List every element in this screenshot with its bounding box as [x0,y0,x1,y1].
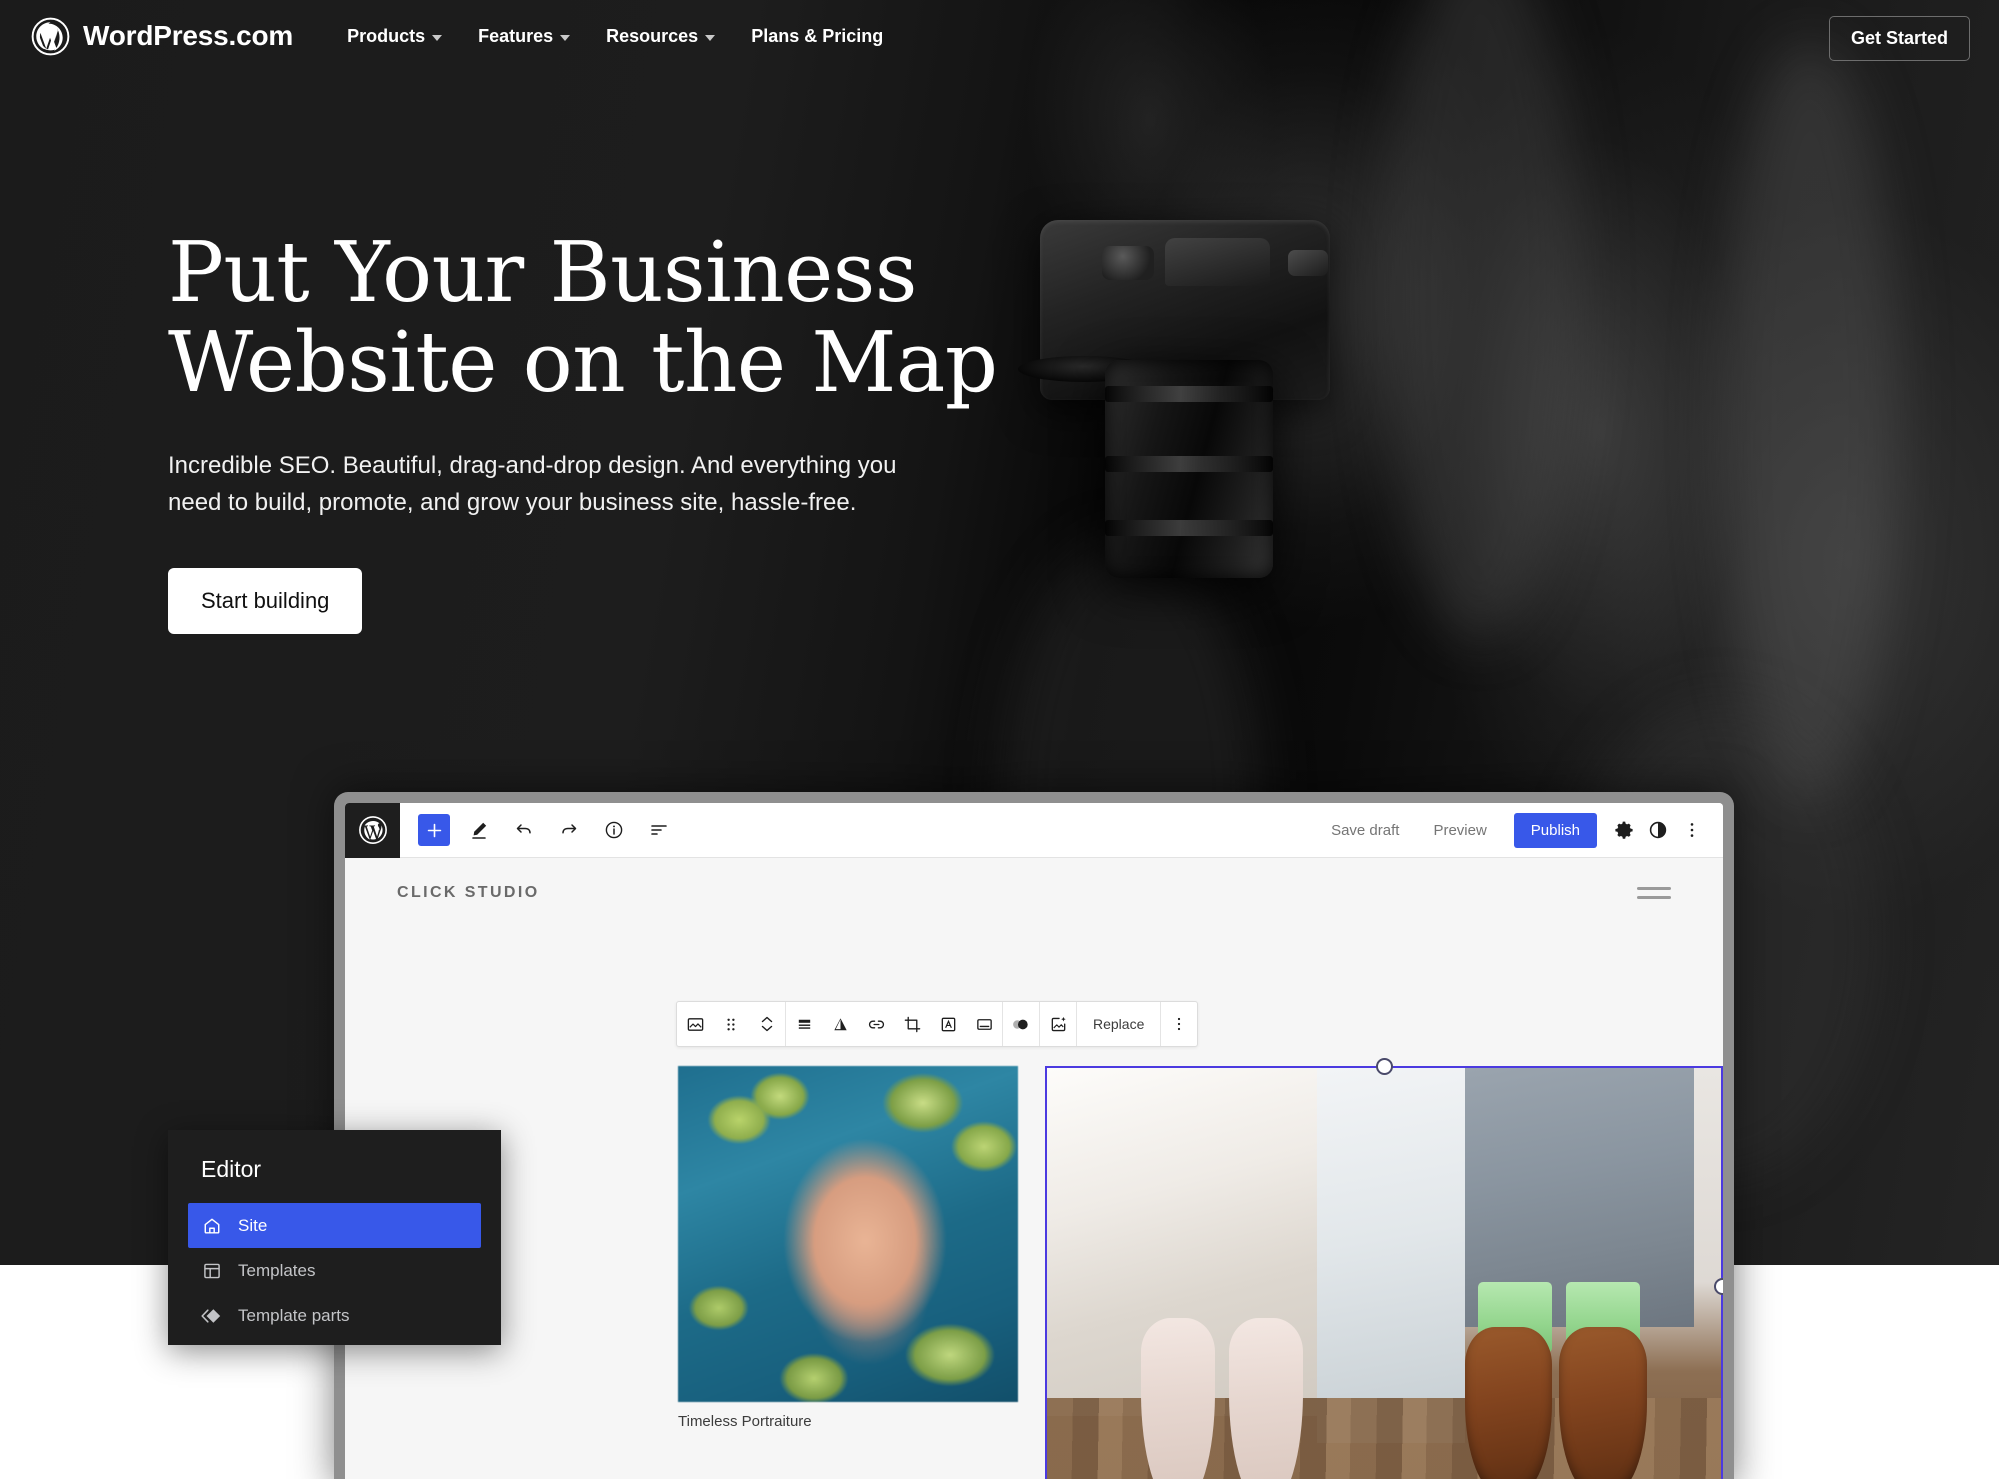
camera-dial [1102,246,1154,280]
duotone-icon[interactable] [1003,1002,1039,1046]
wordpress-logo-icon[interactable] [345,803,400,858]
sidebar-item-label: Site [238,1215,268,1235]
sidebar-item-template-parts[interactable]: Template parts [188,1293,481,1338]
editor-navigation-panel: Editor Site Templates Template parts [168,1130,501,1345]
hero-subtitle: Incredible SEO. Beautiful, drag-and-drop… [168,452,897,516]
caption-icon[interactable] [966,1002,1002,1046]
resize-handle-right[interactable] [1714,1277,1723,1295]
hamburger-menu-icon[interactable] [1637,887,1671,899]
chevron-down-icon [705,34,716,41]
sidebar-item-templates[interactable]: Templates [188,1248,481,1293]
nav-item-features[interactable]: Features [460,26,588,47]
gear-icon[interactable] [1607,813,1641,847]
more-options-group [1161,1002,1197,1046]
link-icon[interactable] [858,1002,894,1046]
brand-name: WordPress.com [83,20,294,51]
triangle-filter-icon[interactable] [822,1002,858,1046]
save-draft-button[interactable]: Save draft [1314,822,1416,839]
editor-panel-title: Editor [201,1156,262,1182]
editor-canvas: CLICK STUDIO Replace Timeless Portraitur… [345,858,1723,1479]
camera-lens [1105,360,1273,578]
camera-prism [1165,238,1270,286]
contrast-half-circle-icon[interactable] [1641,813,1675,847]
duotone-group [1003,1002,1040,1046]
wordpress-logo-icon [31,17,70,56]
undo-arrow-icon[interactable] [508,814,540,846]
resize-handle-top[interactable] [1376,1058,1393,1075]
pencil-icon[interactable] [463,814,495,846]
block-toolbar: Replace [676,1001,1199,1047]
crop-icon[interactable] [894,1002,930,1046]
nav-label: Features [478,25,554,46]
editor-right-tools: Save draft Preview Publish [1314,812,1723,848]
block-type-group [677,1002,786,1046]
editor-toolbar: Save draft Preview Publish [345,803,1723,858]
image-sparkle-icon[interactable] [1040,1002,1076,1046]
start-building-button[interactable]: Start building [168,568,363,635]
chevron-down-icon [432,34,443,41]
site-header-row: CLICK STUDIO [345,858,1723,902]
get-started-button[interactable]: Get Started [1828,16,1970,61]
site-header: WordPress.com Products Features Resource… [0,0,1999,72]
align-icon[interactable] [786,1002,822,1046]
image-caption: Timeless Portraiture [678,1413,812,1430]
laptop-mockup: Save draft Preview Publish CLICK STUDIO … [334,792,1734,1479]
hero-content: Put Your Business Website on the Map Inc… [168,224,1088,635]
replace-button[interactable]: Replace [1077,1016,1160,1032]
replace-group: Replace [1077,1002,1162,1046]
main-navigation: Products Features Resources Plans & Pric… [329,26,901,47]
brand-logo-link[interactable]: WordPress.com [31,17,293,56]
camera-shutter [1288,250,1328,276]
info-circle-icon[interactable] [598,814,630,846]
sidebar-item-site[interactable]: Site [188,1203,481,1248]
portrait-image-block[interactable] [678,1066,1018,1402]
preview-button[interactable]: Preview [1416,822,1503,839]
nav-label: Resources [606,25,699,46]
redo-arrow-icon[interactable] [553,814,585,846]
template-layout-icon [201,1260,223,1282]
portrait-photo [678,1066,1018,1402]
page-title: Put Your Business Website on the Map [168,224,998,411]
layers-icon [201,1305,223,1327]
nav-item-resources[interactable]: Resources [588,26,733,47]
drag-dots-icon[interactable] [713,1002,749,1046]
nav-item-products[interactable]: Products [329,26,460,47]
publish-button[interactable]: Publish [1513,812,1597,848]
site-title: CLICK STUDIO [397,884,540,901]
add-block-button[interactable] [418,814,450,846]
chevron-updown-icon[interactable] [749,1002,785,1046]
effects-group [1040,1002,1077,1046]
fabric-fold [1720,40,1900,800]
home-icon [201,1215,223,1237]
three-dots-vertical-icon[interactable] [1161,1002,1197,1046]
three-dots-vertical-icon[interactable] [1675,813,1709,847]
chevron-down-icon [560,34,571,41]
editor-left-tools [418,814,675,846]
nav-label: Plans & Pricing [751,25,884,46]
image-icon[interactable] [677,1002,713,1046]
nav-label: Products [347,25,426,46]
content-images-row: Timeless Portraiture [345,1058,1723,1479]
list-view-icon[interactable] [643,814,675,846]
image-tools-group [786,1002,1003,1046]
sidebar-item-label: Templates [238,1260,316,1280]
wedding-shoes-photo [1047,1068,1721,1479]
editor-screen: Save draft Preview Publish CLICK STUDIO … [345,803,1723,1479]
nav-item-plans-pricing[interactable]: Plans & Pricing [733,26,901,47]
sidebar-item-label: Template parts [238,1305,350,1325]
wedding-image-block-selected[interactable] [1045,1058,1723,1479]
text-box-icon[interactable] [930,1002,966,1046]
